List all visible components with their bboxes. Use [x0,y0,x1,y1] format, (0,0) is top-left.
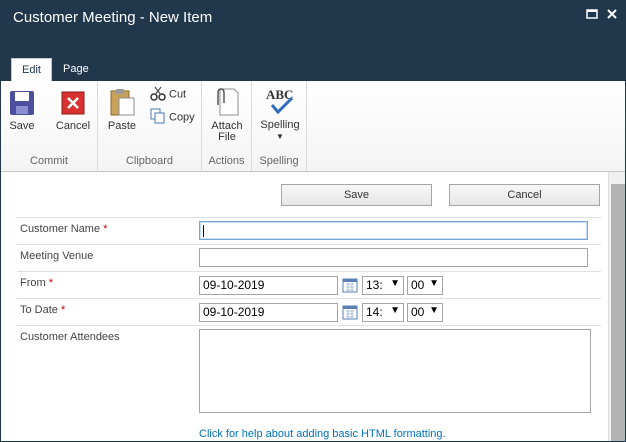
vertical-scrollbar[interactable] [608,172,625,441]
tab-page[interactable]: Page [53,58,99,81]
ribbon-attach-file-button[interactable]: Attach File [210,87,244,143]
dialog-window: Customer Meeting - New Item Edit Page Sa… [0,0,626,442]
group-label-actions: Actions [208,155,245,167]
field-label-customer-name: Customer Name * [20,223,108,235]
spelling-label: Spelling [260,119,300,131]
spell-check-icon: ABC [266,87,293,115]
to-minute-select[interactable]: 00 ▼ [407,303,443,322]
meeting-venue-input[interactable] [199,248,588,267]
ribbon: Save Cancel Commit Paste Cut Copy Clipbo… [1,81,625,172]
ribbon-group-commit: Save Cancel Commit [1,81,98,171]
ribbon-paste-button[interactable]: Paste [106,87,138,132]
tab-edit[interactable]: Edit [11,58,52,82]
chevron-down-icon: ▼ [390,305,400,316]
group-label-spelling: Spelling [259,155,299,167]
calendar-icon[interactable] [342,277,358,293]
row-from: From * 09-10-2019 13: ▼ 00 ▼ [17,271,601,298]
scissors-icon [150,85,166,104]
calendar-icon[interactable] [342,304,358,320]
row-customer-name: Customer Name * [17,217,601,244]
paste-label: Paste [107,120,137,132]
dialog-title: Customer Meeting - New Item [13,9,213,26]
to-hour-select[interactable]: 14: ▼ [362,303,404,322]
required-marker: * [60,304,66,316]
maximize-icon[interactable] [585,7,599,21]
field-label-meeting-venue: Meeting Venue [20,250,94,262]
group-label-clipboard: Clipboard [125,155,174,167]
scrollbar-thumb[interactable] [611,184,625,441]
dropdown-arrow-icon: ▼ [276,132,284,141]
ribbon-spelling-button[interactable]: ABC Spelling ▼ [260,86,300,142]
to-date-input[interactable]: 09-10-2019 [199,303,338,322]
copy-label: Copy [169,111,195,124]
ribbon-group-spelling: ABC Spelling ▼ Spelling [252,81,307,171]
chevron-down-icon: ▼ [429,278,439,289]
title-bar: Customer Meeting - New Item Edit Page [1,1,625,82]
required-marker: * [103,223,108,235]
cancel-icon [61,91,85,115]
copy-icon [150,108,166,127]
from-hour-select[interactable]: 13: ▼ [362,276,404,295]
cut-label: Cut [169,88,187,101]
form-content: Save Cancel Customer Name * Meeting Venu… [1,172,625,441]
field-label-from: From * [20,277,54,289]
group-label-commit: Commit [30,155,68,167]
customer-name-input[interactable] [199,221,588,240]
ribbon-cut-button[interactable]: Cut [150,85,186,104]
from-minute-select[interactable]: 00 ▼ [407,276,443,295]
ribbon-copy-button[interactable]: Copy [150,108,195,127]
ribbon-group-clipboard: Paste Cut Copy Clipboard [98,81,202,171]
row-customer-attendees: Customer Attendees [17,325,601,441]
customer-attendees-textarea[interactable] [199,329,591,413]
required-marker: * [48,277,54,289]
save-label: Save [9,120,35,132]
field-label-to-date: To Date * [20,304,66,316]
cancel-label: Cancel [55,120,91,132]
ribbon-group-actions: Attach File Actions [202,81,252,171]
ribbon-cancel-button[interactable]: Cancel [55,89,91,132]
form-cancel-button[interactable]: Cancel [449,184,600,206]
from-date-input[interactable]: 09-10-2019 [199,276,338,295]
paperclip-icon [217,88,239,116]
row-meeting-venue: Meeting Venue [17,244,601,271]
row-to-date: To Date * 09-10-2019 14: ▼ 00 ▼ [17,298,601,325]
field-label-customer-attendees: Customer Attendees [20,331,120,343]
save-icon [10,91,34,115]
attach-label-2: File [218,131,236,143]
paste-icon [110,89,135,116]
close-icon[interactable] [605,7,619,21]
form-save-button[interactable]: Save [281,184,432,206]
chevron-down-icon: ▼ [390,278,400,289]
html-formatting-help-link[interactable]: Click for help about adding basic HTML f… [199,428,446,440]
ribbon-save-button[interactable]: Save [7,89,37,132]
chevron-down-icon: ▼ [429,305,439,316]
